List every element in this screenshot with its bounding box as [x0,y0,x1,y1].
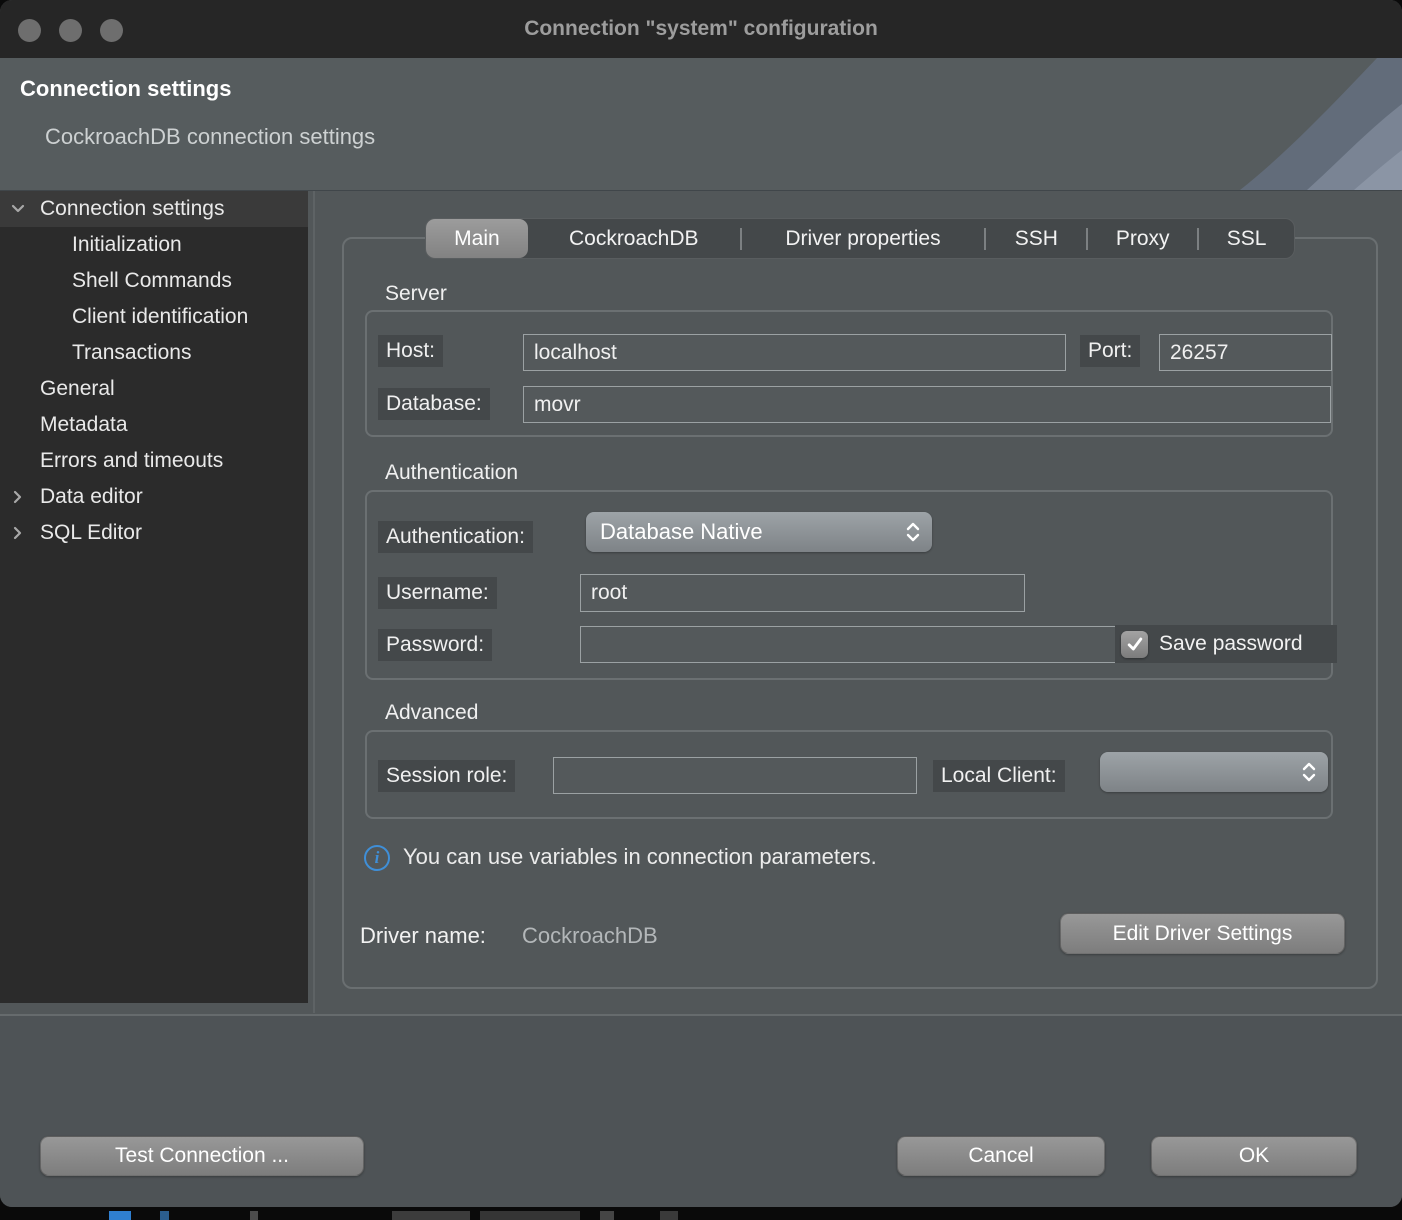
password-input[interactable] [580,626,1165,663]
local-client-label: Local Client: [933,760,1065,792]
tab-proxy[interactable]: Proxy [1088,219,1197,258]
port-input[interactable] [1159,334,1332,371]
tree-item-metadata[interactable]: Metadata [0,407,308,443]
background-fragment [600,1211,614,1220]
tree-item-client-identification[interactable]: Client identification [0,299,308,335]
button-label: Edit Driver Settings [1113,922,1293,946]
tree-item-label: SQL Editor [40,521,142,545]
settings-tree: Connection settings Initialization Shell… [0,191,308,1003]
tab-label: Driver properties [785,227,940,251]
tree-item-shell-commands[interactable]: Shell Commands [0,263,308,299]
window-title: Connection "system" configuration [0,0,1402,58]
save-password-label: Save password [1159,632,1303,656]
save-password-option: Save password [1115,625,1337,663]
page-title: Connection settings [20,76,231,102]
host-input[interactable] [523,334,1066,371]
driver-name-label: Driver name: [360,923,486,949]
driver-name-value: CockroachDB [522,923,658,949]
chevron-right-icon[interactable] [9,488,27,506]
tree-item-label: Initialization [72,233,182,257]
updown-chevron-icon [904,520,922,544]
tree-item-label: Metadata [40,413,128,437]
username-input[interactable] [580,574,1025,612]
background-fragment [160,1211,169,1220]
tab-bar: Main CockroachDB Driver properties SSH P… [425,218,1295,259]
button-label: Cancel [968,1144,1033,1168]
tree-item-transactions[interactable]: Transactions [0,335,308,371]
tab-ssl[interactable]: SSL [1199,219,1294,258]
ok-button[interactable]: OK [1151,1136,1357,1176]
save-password-checkbox[interactable] [1121,631,1148,658]
edit-driver-settings-button[interactable]: Edit Driver Settings [1060,913,1345,954]
username-label: Username: [378,577,497,609]
tree-item-label: Errors and timeouts [40,449,223,473]
test-connection-button[interactable]: Test Connection ... [40,1136,364,1176]
info-icon: i [364,845,390,871]
checkmark-icon [1125,634,1145,654]
cancel-button[interactable]: Cancel [897,1136,1105,1176]
dialog-footer [0,1014,1402,1207]
tab-cockroachdb[interactable]: CockroachDB [528,219,740,258]
password-label: Password: [378,629,492,661]
background-fragment [660,1211,678,1220]
background-fragment [392,1211,470,1220]
info-message: You can use variables in connection para… [403,844,877,870]
tab-label: Proxy [1116,227,1170,251]
session-role-label: Session role: [378,760,515,792]
tree-item-label: Transactions [72,341,191,365]
tree-item-initialization[interactable]: Initialization [0,227,308,263]
tab-label: SSH [1015,227,1058,251]
chevron-right-icon[interactable] [9,524,27,542]
tree-item-data-editor[interactable]: Data editor [0,479,308,515]
tree-item-general[interactable]: General [0,371,308,407]
host-label: Host: [378,335,443,367]
server-section-label: Server [385,282,447,306]
authentication-select-value: Database Native [586,519,904,545]
authentication-label: Authentication: [378,521,533,553]
port-label: Port: [1080,335,1140,367]
dialog-header: Connection settings CockroachDB connecti… [0,58,1402,191]
session-role-input[interactable] [553,757,917,794]
background-fragment [250,1211,258,1220]
tree-item-errors-and-timeouts[interactable]: Errors and timeouts [0,443,308,479]
database-input[interactable] [523,386,1331,423]
tree-item-sql-editor[interactable]: SQL Editor [0,515,308,551]
background-fragment [109,1211,131,1220]
authentication-section-label: Authentication [385,461,518,485]
tab-ssh[interactable]: SSH [986,219,1086,258]
database-label: Database: [378,388,490,420]
button-label: Test Connection ... [115,1144,289,1168]
tab-driver-properties[interactable]: Driver properties [742,219,985,258]
tree-item-label: Connection settings [40,197,224,221]
advanced-section-label: Advanced [385,701,478,725]
button-label: OK [1239,1144,1269,1168]
local-client-select[interactable] [1100,752,1328,792]
tree-item-label: General [40,377,115,401]
tree-item-label: Shell Commands [72,269,232,293]
tab-label: SSL [1227,227,1267,251]
screen: Connection "system" configuration Connec… [0,0,1402,1220]
background-fragment [480,1211,580,1220]
sidebar-content-divider [313,191,315,1013]
tree-item-label: Data editor [40,485,143,509]
tree-item-label: Client identification [72,305,248,329]
titlebar[interactable]: Connection "system" configuration [0,0,1402,58]
tab-main[interactable]: Main [426,219,528,258]
page-subtitle: CockroachDB connection settings [45,124,375,150]
tab-label: Main [454,227,500,251]
chevron-down-icon[interactable] [9,200,27,218]
tab-label: CockroachDB [569,227,699,251]
connection-configuration-dialog: Connection "system" configuration Connec… [0,0,1402,1207]
tree-item-connection-settings[interactable]: Connection settings [0,191,308,227]
header-decoration [982,58,1402,190]
authentication-select[interactable]: Database Native [586,512,932,552]
updown-chevron-icon [1300,760,1318,784]
